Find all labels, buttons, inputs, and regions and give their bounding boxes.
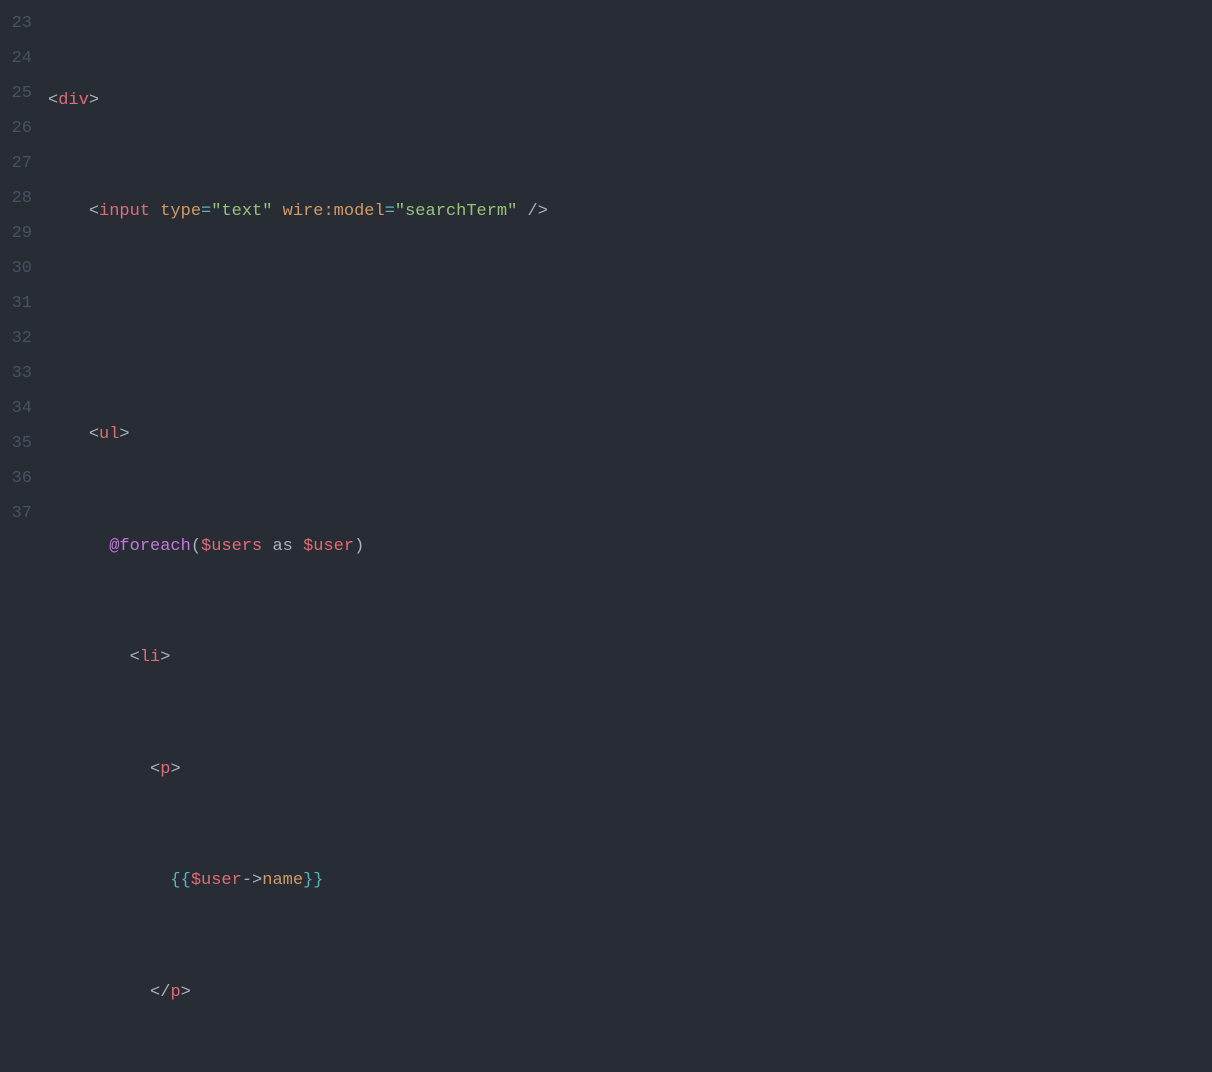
line-number: 29 (0, 216, 32, 251)
token-punct: > (119, 425, 129, 444)
token-punct: > (538, 202, 548, 221)
line-number: 35 (0, 426, 32, 461)
line-number: 25 (0, 76, 32, 111)
token-attr: type (160, 202, 201, 221)
token-string: text (221, 202, 262, 221)
line-number: 32 (0, 321, 32, 356)
line-number: 23 (0, 6, 32, 41)
code-line[interactable]: {{$user->name}} (48, 863, 1212, 898)
token-string: searchTerm (405, 202, 507, 221)
code-line[interactable]: <input type="text" wire:model="searchTer… (48, 194, 1212, 229)
line-number-gutter: 23 24 25 26 27 28 29 30 31 32 33 34 35 3… (0, 0, 48, 536)
token-space (272, 202, 282, 221)
code-line[interactable]: @foreach($users as $user) (48, 529, 1212, 564)
token-punct: </ (150, 983, 170, 1002)
token-tag: p (170, 983, 180, 1002)
token-property: name (262, 871, 303, 890)
token-space (517, 202, 527, 221)
token-directive: @foreach (109, 537, 191, 556)
token-space (150, 202, 160, 221)
token-tag: ul (99, 425, 119, 444)
token-tag: div (58, 91, 89, 110)
code-line[interactable] (48, 306, 1212, 341)
line-number: 24 (0, 41, 32, 76)
token-variable: $user (191, 871, 242, 890)
token-punct: ( (191, 537, 201, 556)
token-tag: p (160, 760, 170, 779)
token-arrow: -> (242, 871, 262, 890)
token-punct: < (130, 648, 140, 667)
line-number: 30 (0, 251, 32, 286)
line-number: 36 (0, 461, 32, 496)
token-punct: > (181, 983, 191, 1002)
token-punct: < (48, 91, 58, 110)
token-punct: < (89, 425, 99, 444)
token-quote: " (507, 202, 517, 221)
code-editor[interactable]: <div> <input type="text" wire:model="sea… (48, 0, 1212, 536)
token-punct: > (170, 760, 180, 779)
code-line[interactable]: </p> (48, 975, 1212, 1010)
token-quote: " (211, 202, 221, 221)
token-op: = (201, 202, 211, 221)
token-quote: " (262, 202, 272, 221)
token-punct: / (528, 202, 538, 221)
token-punct: < (150, 760, 160, 779)
line-number: 37 (0, 496, 32, 531)
token-variable: $user (303, 537, 354, 556)
code-line[interactable]: <div> (48, 83, 1212, 118)
token-quote: " (395, 202, 405, 221)
token-brace: }} (303, 871, 323, 890)
code-line[interactable]: <li> (48, 640, 1212, 675)
code-line[interactable]: <ul> (48, 417, 1212, 452)
token-keyword: as (262, 537, 303, 556)
token-op: = (385, 202, 395, 221)
token-punct: > (160, 648, 170, 667)
token-tag: li (140, 648, 160, 667)
line-number: 34 (0, 391, 32, 426)
line-number: 27 (0, 146, 32, 181)
line-number: 31 (0, 286, 32, 321)
line-number: 26 (0, 111, 32, 146)
token-attr: wire:model (283, 202, 385, 221)
token-punct: < (89, 202, 99, 221)
code-line[interactable]: <p> (48, 752, 1212, 787)
token-punct: > (89, 91, 99, 110)
token-brace: {{ (170, 871, 190, 890)
line-number: 33 (0, 356, 32, 391)
token-punct: ) (354, 537, 364, 556)
token-tag: input (99, 202, 150, 221)
token-variable: $users (201, 537, 262, 556)
line-number: 28 (0, 181, 32, 216)
